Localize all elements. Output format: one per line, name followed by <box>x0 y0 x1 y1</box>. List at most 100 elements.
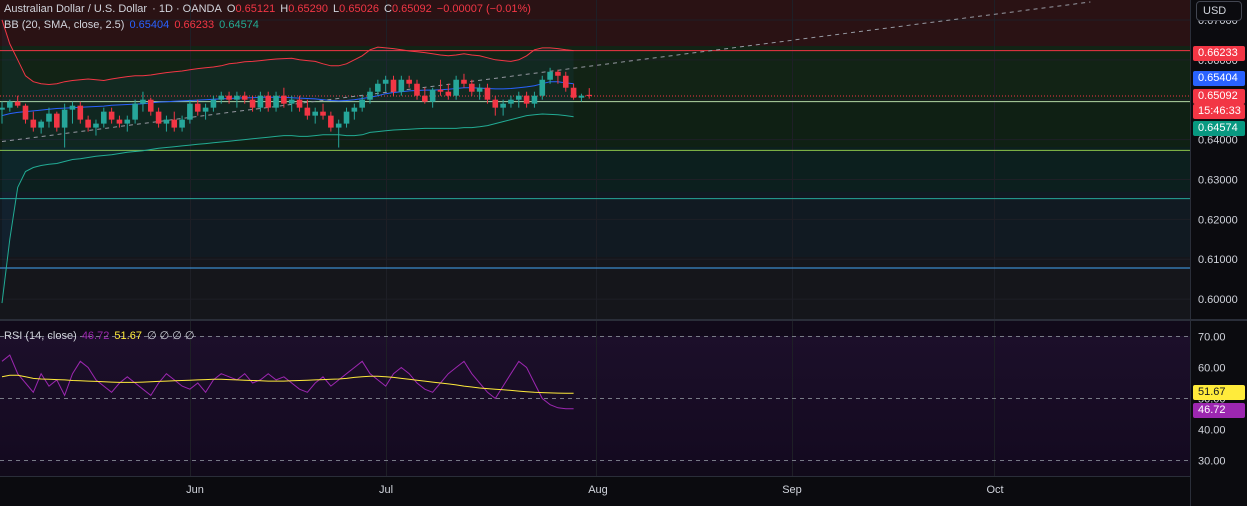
candle-body <box>140 99 146 104</box>
candle-body <box>398 79 405 92</box>
rsi-tick-label: 60.00 <box>1198 363 1226 375</box>
zone-lower-band <box>0 257 1190 319</box>
candle-body <box>7 101 13 108</box>
time-label: Jul <box>379 484 393 496</box>
symbol-name[interactable]: Australian Dollar / U.S. Dollar <box>4 3 147 15</box>
candle-body <box>304 107 311 116</box>
candle-body <box>22 105 29 120</box>
bb-name[interactable]: BB (20, SMA, close, 2.5) <box>4 19 124 31</box>
candle-body <box>492 99 499 108</box>
price-tick-label: 0.60000 <box>1198 294 1238 306</box>
rsi-tick-label: 70.00 <box>1198 332 1226 344</box>
candle-body <box>226 95 232 100</box>
symbol-meta: · 1D · OANDA <box>152 3 222 15</box>
candle-body <box>234 95 240 100</box>
rsi-legend[interactable]: RSI (14, close) 46.72 51.67 ∅ ∅ ∅ ∅ <box>4 329 197 342</box>
candle-body <box>108 111 115 120</box>
candle-body <box>375 83 381 92</box>
candle-body <box>351 107 358 112</box>
bb-legend[interactable]: BB (20, SMA, close, 2.5) 0.65404 0.66233… <box>4 19 261 31</box>
candle-body <box>414 83 420 96</box>
candle-body <box>124 119 131 124</box>
candle-body <box>85 119 91 128</box>
candle-body <box>484 87 491 100</box>
candle-body <box>30 119 37 128</box>
candle-body <box>437 89 444 92</box>
candle-body <box>515 95 522 100</box>
candle-body <box>273 95 279 108</box>
candle-body <box>539 79 546 96</box>
candle-body <box>500 103 506 108</box>
candle-body <box>555 71 561 76</box>
candle-body <box>469 83 475 92</box>
currency-button[interactable]: USD <box>1196 1 1242 21</box>
candle-body <box>241 95 248 100</box>
candle-body <box>218 95 225 100</box>
bb-upper-value: 0.66233 <box>174 19 215 31</box>
price-tick-label: 0.62000 <box>1198 214 1238 226</box>
zone-teal-band <box>0 147 1190 192</box>
candle-body <box>367 91 373 100</box>
candle-body <box>155 111 162 124</box>
candle-body <box>14 101 21 106</box>
candle-body <box>586 94 593 97</box>
candle-body <box>281 95 287 104</box>
candle-body <box>343 111 350 124</box>
change-value: −0.00007 (−0.01%) <box>436 3 531 15</box>
tag-countdown: 15:46:33 <box>1193 104 1245 119</box>
tag-bb-basis: 0.65404 <box>1193 71 1245 86</box>
tag-rsi: 46.72 <box>1193 403 1245 418</box>
rsi-value: 46.72 <box>81 330 110 342</box>
time-label: Oct <box>986 484 1003 496</box>
candle-body <box>171 119 178 128</box>
time-label: Sep <box>782 484 802 496</box>
tag-close-price: 0.65092 <box>1193 89 1245 104</box>
candle-body <box>54 113 60 128</box>
candle-body <box>570 87 577 98</box>
rsi-name[interactable]: RSI (14, close) <box>4 330 77 342</box>
tag-bb-upper: 0.66233 <box>1193 46 1245 61</box>
candle-body <box>335 123 342 128</box>
candle-body <box>328 115 334 128</box>
candle-body <box>390 79 397 92</box>
candle-body <box>429 89 436 102</box>
open-value: 0.65121 <box>235 3 276 15</box>
candle-body <box>578 95 585 98</box>
candle-body <box>359 99 365 108</box>
bb-basis-value: 0.65404 <box>129 19 170 31</box>
candle-body <box>508 99 514 104</box>
trading-chart[interactable]: 0.670000.660000.650000.640000.630000.620… <box>0 0 1247 506</box>
candle-body <box>147 99 154 112</box>
candle-body <box>265 95 272 108</box>
candle-body <box>77 105 84 120</box>
candle-body <box>210 99 217 108</box>
candle-body <box>187 103 193 120</box>
candle-body <box>61 109 68 128</box>
candle-body <box>257 95 264 108</box>
candle-body <box>562 75 569 88</box>
candle-body <box>445 91 452 96</box>
close-value: 0.65092 <box>391 3 432 15</box>
candle-body <box>46 113 52 122</box>
rsi-tick-label: 40.00 <box>1198 425 1226 437</box>
zone-blue-band <box>0 192 1190 257</box>
rsi-tick-label: 30.00 <box>1198 456 1226 468</box>
candle-body <box>0 107 5 110</box>
high-value: 0.65290 <box>288 3 328 15</box>
candle-body <box>202 107 209 112</box>
candle-body <box>296 99 303 108</box>
candle-body <box>249 99 256 108</box>
candle-body <box>163 119 170 124</box>
candle-body <box>312 111 318 116</box>
rsi-band <box>0 336 1190 463</box>
candle-body <box>523 95 530 104</box>
price-tick-label: 0.63000 <box>1198 174 1238 186</box>
candle-body <box>382 79 389 84</box>
candle-body <box>547 71 553 80</box>
symbol-legend[interactable]: Australian Dollar / U.S. Dollar · 1D · O… <box>4 3 533 15</box>
candle-body <box>320 111 326 116</box>
candle-body <box>422 95 428 102</box>
candle-body <box>132 103 138 120</box>
time-label: Aug <box>588 484 608 496</box>
candle-body <box>179 119 185 128</box>
